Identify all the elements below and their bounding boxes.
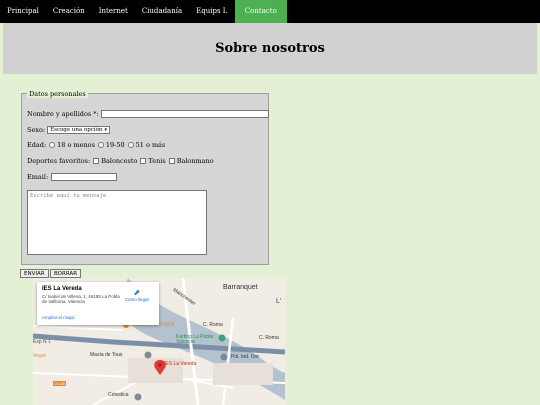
map-label-barranquet: Barranquet bbox=[223, 284, 258, 291]
sport-option-3: Balonmano bbox=[176, 157, 214, 165]
sport-option-1: Baloncesto bbox=[101, 157, 138, 165]
map-place-card: IES La Vereda C/ Isabel de Villena, 1, 4… bbox=[37, 282, 159, 325]
age-option-1: 18 o menos bbox=[57, 141, 95, 149]
page-header: Sobre nosotros bbox=[3, 23, 537, 74]
sport-checkbox-3[interactable] bbox=[168, 158, 175, 164]
email-row: Email: bbox=[27, 173, 118, 181]
email-label: Email: bbox=[27, 173, 49, 181]
map-poi-marker bbox=[220, 353, 228, 361]
map-label-l: L' bbox=[276, 298, 282, 305]
sports-row: Deportes favoritos: Baloncesto Tenis Bal… bbox=[27, 157, 214, 165]
nav-item-ciudadania[interactable]: Ciudadanía bbox=[135, 0, 189, 23]
map-label-c-roma-2: C. Roma bbox=[259, 335, 279, 341]
map-label-exp: Exp N 1 bbox=[33, 339, 51, 345]
nav-item-principal[interactable]: Principal bbox=[0, 0, 46, 23]
map-poi-marker bbox=[144, 351, 152, 359]
directions-button[interactable]: ⬈ Cómo llegar bbox=[125, 288, 149, 302]
directions-label: Cómo llegar bbox=[124, 297, 149, 302]
map-road-badge: CV-35 bbox=[53, 381, 67, 386]
map-block bbox=[213, 363, 273, 385]
page-title: Sobre nosotros bbox=[215, 41, 325, 56]
nav-item-creacion[interactable]: Creación bbox=[46, 0, 92, 23]
location-pin-icon bbox=[158, 363, 162, 367]
sex-label: Sexo: bbox=[27, 126, 46, 134]
map-label-pol: Pol. Ind. Oot bbox=[231, 354, 259, 360]
sex-select-value: Escoge una opción bbox=[50, 127, 103, 133]
map-label-masia: Masía de Tous bbox=[90, 352, 123, 358]
nav-item-internet[interactable]: Internet bbox=[92, 0, 135, 23]
map-label-celestica: Celestica bbox=[108, 392, 129, 398]
map-label-c-roma: C. Roma bbox=[203, 322, 223, 328]
place-address: C/ Isabel de Villena, 1, 46185 La Pobla … bbox=[42, 294, 120, 304]
directions-icon: ⬈ bbox=[133, 288, 141, 297]
age-radio-3[interactable] bbox=[127, 142, 134, 148]
map-label-ies: IES La Vereda bbox=[164, 361, 197, 367]
sex-row: Sexo: Escoge una opción ▾ bbox=[27, 126, 110, 134]
age-row: Edad: 18 o menos 19-50 51 o más bbox=[27, 141, 165, 149]
reset-button[interactable]: BORRAR bbox=[50, 269, 82, 278]
larger-map-link[interactable]: Ampliar el mapa bbox=[42, 315, 75, 320]
nav-item-contacto[interactable]: Contacto bbox=[234, 0, 287, 23]
embedded-map[interactable]: Barranquet L' Manchester LA NUEVA TERRAZ… bbox=[33, 278, 285, 405]
name-label: Nombre y apellidos *: bbox=[27, 110, 99, 118]
nav-item-equips[interactable]: Equips I. bbox=[189, 0, 235, 23]
age-option-2: 19-50 bbox=[105, 141, 125, 149]
map-road bbox=[33, 325, 124, 331]
name-input[interactable] bbox=[100, 110, 269, 118]
map-label-karting: Karting La Pobla Valencia bbox=[176, 334, 213, 345]
personal-data-fieldset: Datos personales Nombre y apellidos *: S… bbox=[21, 90, 269, 265]
name-row: Nombre y apellidos *: bbox=[27, 110, 269, 118]
sports-label: Deportes favoritos: bbox=[27, 157, 91, 165]
sport-checkbox-2[interactable] bbox=[140, 158, 147, 164]
email-input[interactable] bbox=[51, 173, 118, 181]
age-radio-1[interactable] bbox=[49, 142, 56, 148]
chevron-down-icon: ▾ bbox=[104, 127, 107, 133]
sport-checkbox-1[interactable] bbox=[93, 158, 100, 164]
sport-option-2: Tenis bbox=[148, 157, 166, 165]
fieldset-legend: Datos personales bbox=[27, 90, 88, 98]
map-label-vegre: Vegre bbox=[33, 353, 47, 359]
submit-button[interactable]: ENVIAR bbox=[20, 269, 49, 278]
message-textarea[interactable]: Escribe aquí tu mensaje bbox=[27, 190, 207, 255]
age-radio-2[interactable] bbox=[97, 142, 104, 148]
map-poi-marker bbox=[134, 393, 142, 401]
age-option-3: 51 o más bbox=[135, 141, 166, 149]
top-nav: Principal Creación Internet Ciudadanía E… bbox=[0, 0, 540, 23]
age-label: Edad: bbox=[27, 141, 47, 149]
sex-select[interactable]: Escoge una opción ▾ bbox=[47, 126, 110, 134]
